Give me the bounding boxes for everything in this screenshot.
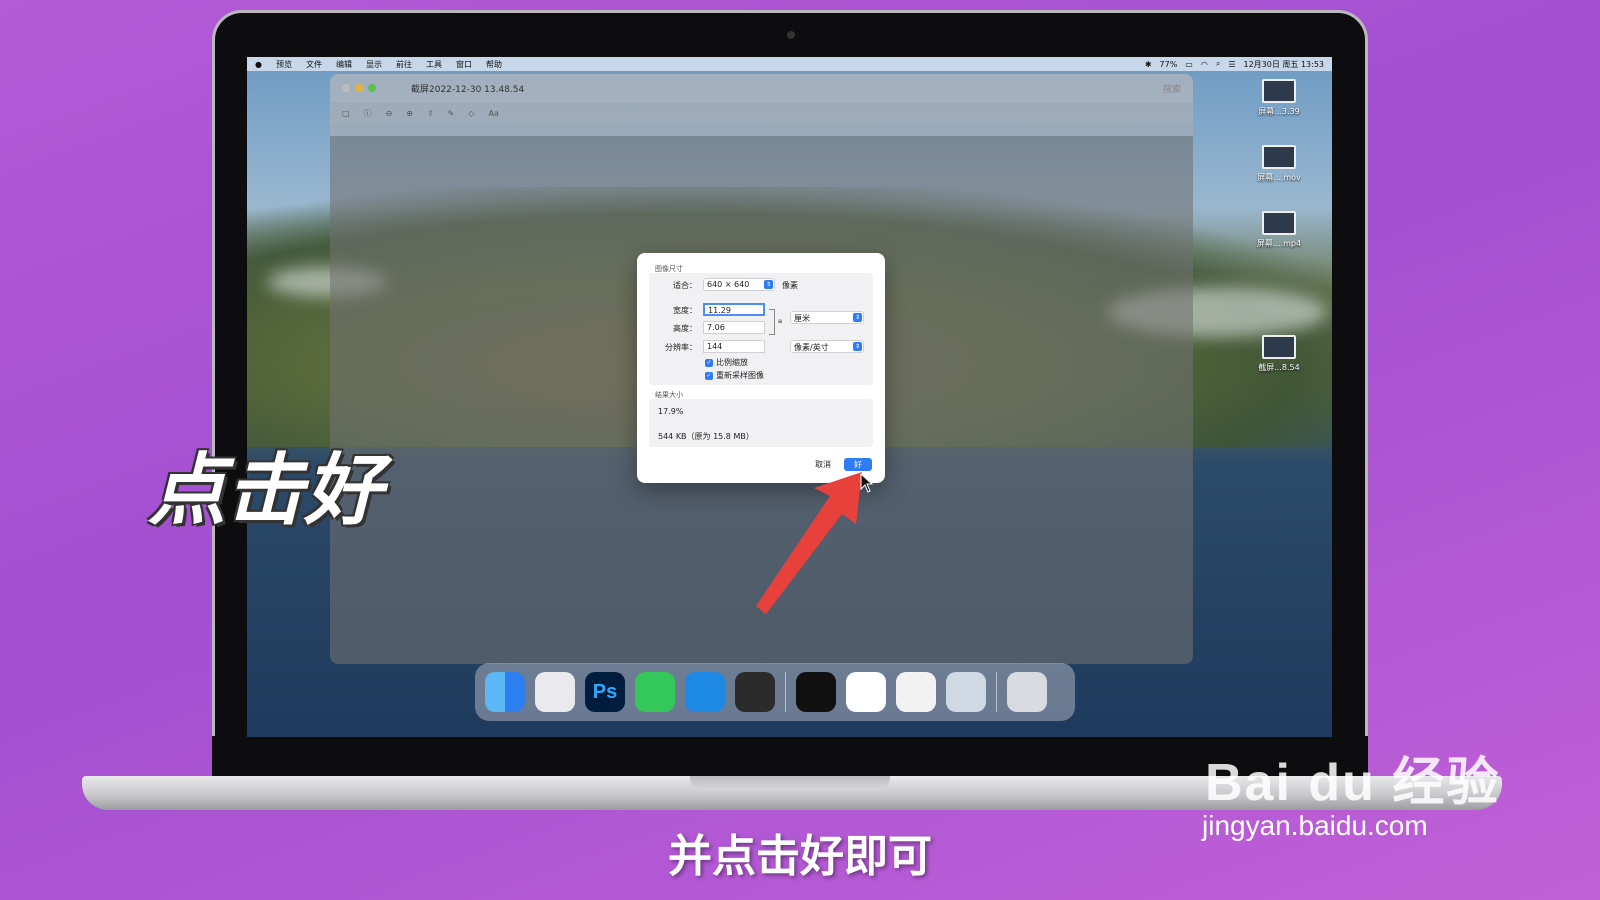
watermark-url: jingyan.baidu.com	[1202, 810, 1428, 841]
step-caption: 点击好	[148, 446, 383, 536]
mouse-cursor-icon	[860, 472, 874, 493]
baidu-jingyan-watermark-logo: Bai du 经验	[1205, 754, 1501, 812]
red-arrow-icon	[756, 472, 862, 614]
